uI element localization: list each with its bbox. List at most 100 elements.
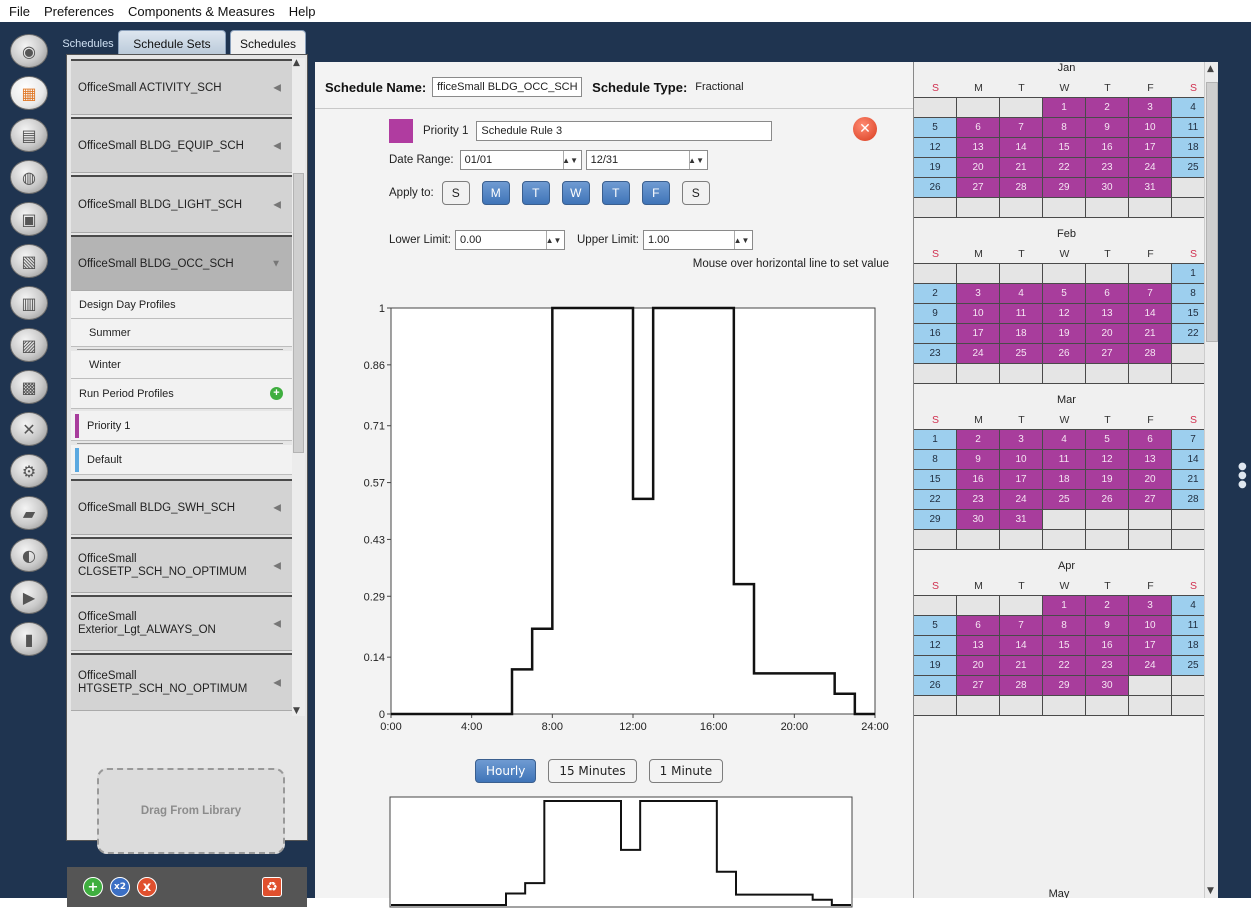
calendar-day[interactable]: 28 [1128, 343, 1172, 364]
drag-from-library-drop-zone[interactable]: Drag From Library [97, 768, 285, 854]
calendar-day[interactable]: 28 [999, 177, 1043, 198]
calendar-empty-cell[interactable] [1085, 197, 1129, 218]
splitter-handle-icon[interactable]: ● ● ● [1238, 462, 1247, 490]
calendar-day[interactable]: 16 [1085, 635, 1129, 656]
calendar-day[interactable]: 20 [1128, 469, 1172, 490]
calendar-empty-cell[interactable] [1042, 509, 1086, 530]
calendar-empty-cell[interactable] [914, 363, 957, 384]
calendar-day[interactable]: 31 [1128, 177, 1172, 198]
calendar-day[interactable]: 2 [956, 429, 1000, 450]
hourly-button[interactable]: Hourly [475, 759, 537, 783]
space-types-icon[interactable]: ▣ [10, 202, 48, 236]
end-date-input[interactable]: 12/31 ▲▼ [585, 150, 708, 170]
calendar-day[interactable]: 1 [1042, 97, 1086, 118]
expand-arrow-icon[interactable]: ◀ [273, 559, 281, 572]
calendar-empty-cell[interactable] [1085, 695, 1129, 716]
outputs-icon[interactable]: ⚙ [10, 454, 48, 488]
start-date-input[interactable]: 01/01 ▲▼ [459, 150, 582, 170]
calendar-day[interactable]: 7 [999, 117, 1043, 138]
calendar-empty-cell[interactable] [956, 197, 1000, 218]
scroll-up-icon[interactable]: ▲ [1207, 64, 1214, 74]
calendar-day[interactable]: 10 [999, 449, 1043, 470]
menu-components-measures[interactable]: Components & Measures [121, 4, 282, 19]
calendar-empty-cell[interactable] [956, 595, 1000, 616]
calendar-day[interactable]: 23 [1085, 655, 1129, 676]
calendar-empty-cell[interactable] [956, 529, 1000, 550]
calendar-day[interactable]: 13 [1085, 303, 1129, 324]
calendar-day[interactable]: 29 [914, 509, 957, 530]
calendar-day[interactable]: 10 [1128, 615, 1172, 636]
calendar-day[interactable]: 24 [956, 343, 1000, 364]
calendar-day[interactable]: 27 [956, 675, 1000, 696]
calendar-day[interactable]: 30 [1085, 177, 1129, 198]
measures-icon[interactable]: ◐ [10, 538, 48, 572]
calendar-empty-cell[interactable] [999, 363, 1043, 384]
calendar-day[interactable]: 16 [956, 469, 1000, 490]
spinner-icon[interactable]: ▲▼ [688, 151, 704, 169]
scroll-down-icon[interactable]: ▼ [1207, 886, 1214, 896]
calendar-day[interactable]: 5 [1042, 283, 1086, 304]
calendar-empty-cell[interactable] [914, 529, 957, 550]
schedule-item[interactable]: OfficeSmall BLDG_EQUIP_SCH ◀ [71, 117, 293, 173]
day-toggle-friday[interactable]: F [641, 181, 670, 205]
calendar-day[interactable]: 8 [914, 449, 957, 470]
calendar-day[interactable]: 22 [914, 489, 957, 510]
calendar-day[interactable]: 6 [956, 615, 1000, 636]
rule-name-input[interactable]: Schedule Rule 3 [476, 121, 773, 141]
calendar-empty-cell[interactable] [914, 97, 957, 118]
tab-schedules[interactable]: Schedules [230, 30, 306, 56]
calendar-day[interactable]: 15 [1042, 635, 1086, 656]
calendar-day[interactable]: 16 [1085, 137, 1129, 158]
expand-arrow-icon[interactable]: ◀ [273, 676, 281, 689]
calendar-day[interactable]: 24 [999, 489, 1043, 510]
calendar-day[interactable]: 13 [1128, 449, 1172, 470]
tab-schedule-sets[interactable]: Schedule Sets [118, 30, 226, 56]
calendar-day[interactable]: 2 [914, 283, 957, 304]
profile-summer[interactable]: Summer [71, 319, 293, 347]
calendar-day[interactable]: 7 [1128, 283, 1172, 304]
thermal-zones-icon[interactable]: ▩ [10, 370, 48, 404]
1-minute-button[interactable]: 1 Minute [648, 759, 724, 783]
profile-winter[interactable]: Winter [71, 351, 293, 379]
calendar-day[interactable]: 3 [956, 283, 1000, 304]
calendar-day[interactable]: 17 [956, 323, 1000, 344]
calendar-day[interactable]: 2 [1085, 97, 1129, 118]
calendar-day[interactable]: 12 [1042, 303, 1086, 324]
calendar-day[interactable]: 21 [999, 655, 1043, 676]
calendar-day[interactable]: 27 [1085, 343, 1129, 364]
remove-rule-button[interactable]: ✕ [853, 117, 877, 141]
calendar-day[interactable]: 19 [1042, 323, 1086, 344]
calendar-empty-cell[interactable] [1042, 197, 1086, 218]
calendar-empty-cell[interactable] [999, 263, 1043, 284]
tab-schedules-top[interactable]: Schedules [58, 34, 118, 54]
calendar-day[interactable]: 22 [1042, 655, 1086, 676]
calendar-day[interactable]: 15 [914, 469, 957, 490]
list-scrollbar[interactable]: ▲ ▼ [292, 58, 305, 716]
schedule-item[interactable]: OfficeSmall CLGSETP_SCH_NO_OPTIMUM ◀ [71, 537, 293, 593]
spinner-icon[interactable]: ▲▼ [546, 231, 561, 249]
calendar-empty-cell[interactable] [1128, 197, 1172, 218]
calendar-day[interactable]: 18 [999, 323, 1043, 344]
calendar-day[interactable]: 6 [1085, 283, 1129, 304]
calendar-day[interactable]: 14 [999, 137, 1043, 158]
facility-icon[interactable]: ▥ [10, 286, 48, 320]
lower-limit-input[interactable]: 0.00 ▲▼ [455, 230, 565, 250]
calendar-empty-cell[interactable] [1128, 675, 1172, 696]
expand-arrow-icon[interactable]: ◀ [273, 617, 281, 630]
calendar-day[interactable]: 23 [914, 343, 957, 364]
calendar-empty-cell[interactable] [1128, 363, 1172, 384]
calendar-day[interactable]: 6 [956, 117, 1000, 138]
upper-limit-input[interactable]: 1.00 ▲▼ [643, 230, 753, 250]
calendar-day[interactable]: 23 [956, 489, 1000, 510]
calendar-day[interactable]: 13 [956, 635, 1000, 656]
calendar-day[interactable]: 9 [1085, 615, 1129, 636]
schedule-item[interactable]: OfficeSmall BLDG_LIGHT_SCH ◀ [71, 175, 293, 233]
calendar-empty-cell[interactable] [956, 263, 1000, 284]
calendar-day[interactable]: 16 [914, 323, 957, 344]
calendar-day[interactable]: 20 [956, 655, 1000, 676]
15-minutes-button[interactable]: 15 Minutes [548, 759, 637, 783]
calendar-day[interactable]: 11 [999, 303, 1043, 324]
calendar-empty-cell[interactable] [999, 595, 1043, 616]
calendar-empty-cell[interactable] [1085, 529, 1129, 550]
expand-arrow-icon[interactable]: ◀ [273, 199, 281, 210]
